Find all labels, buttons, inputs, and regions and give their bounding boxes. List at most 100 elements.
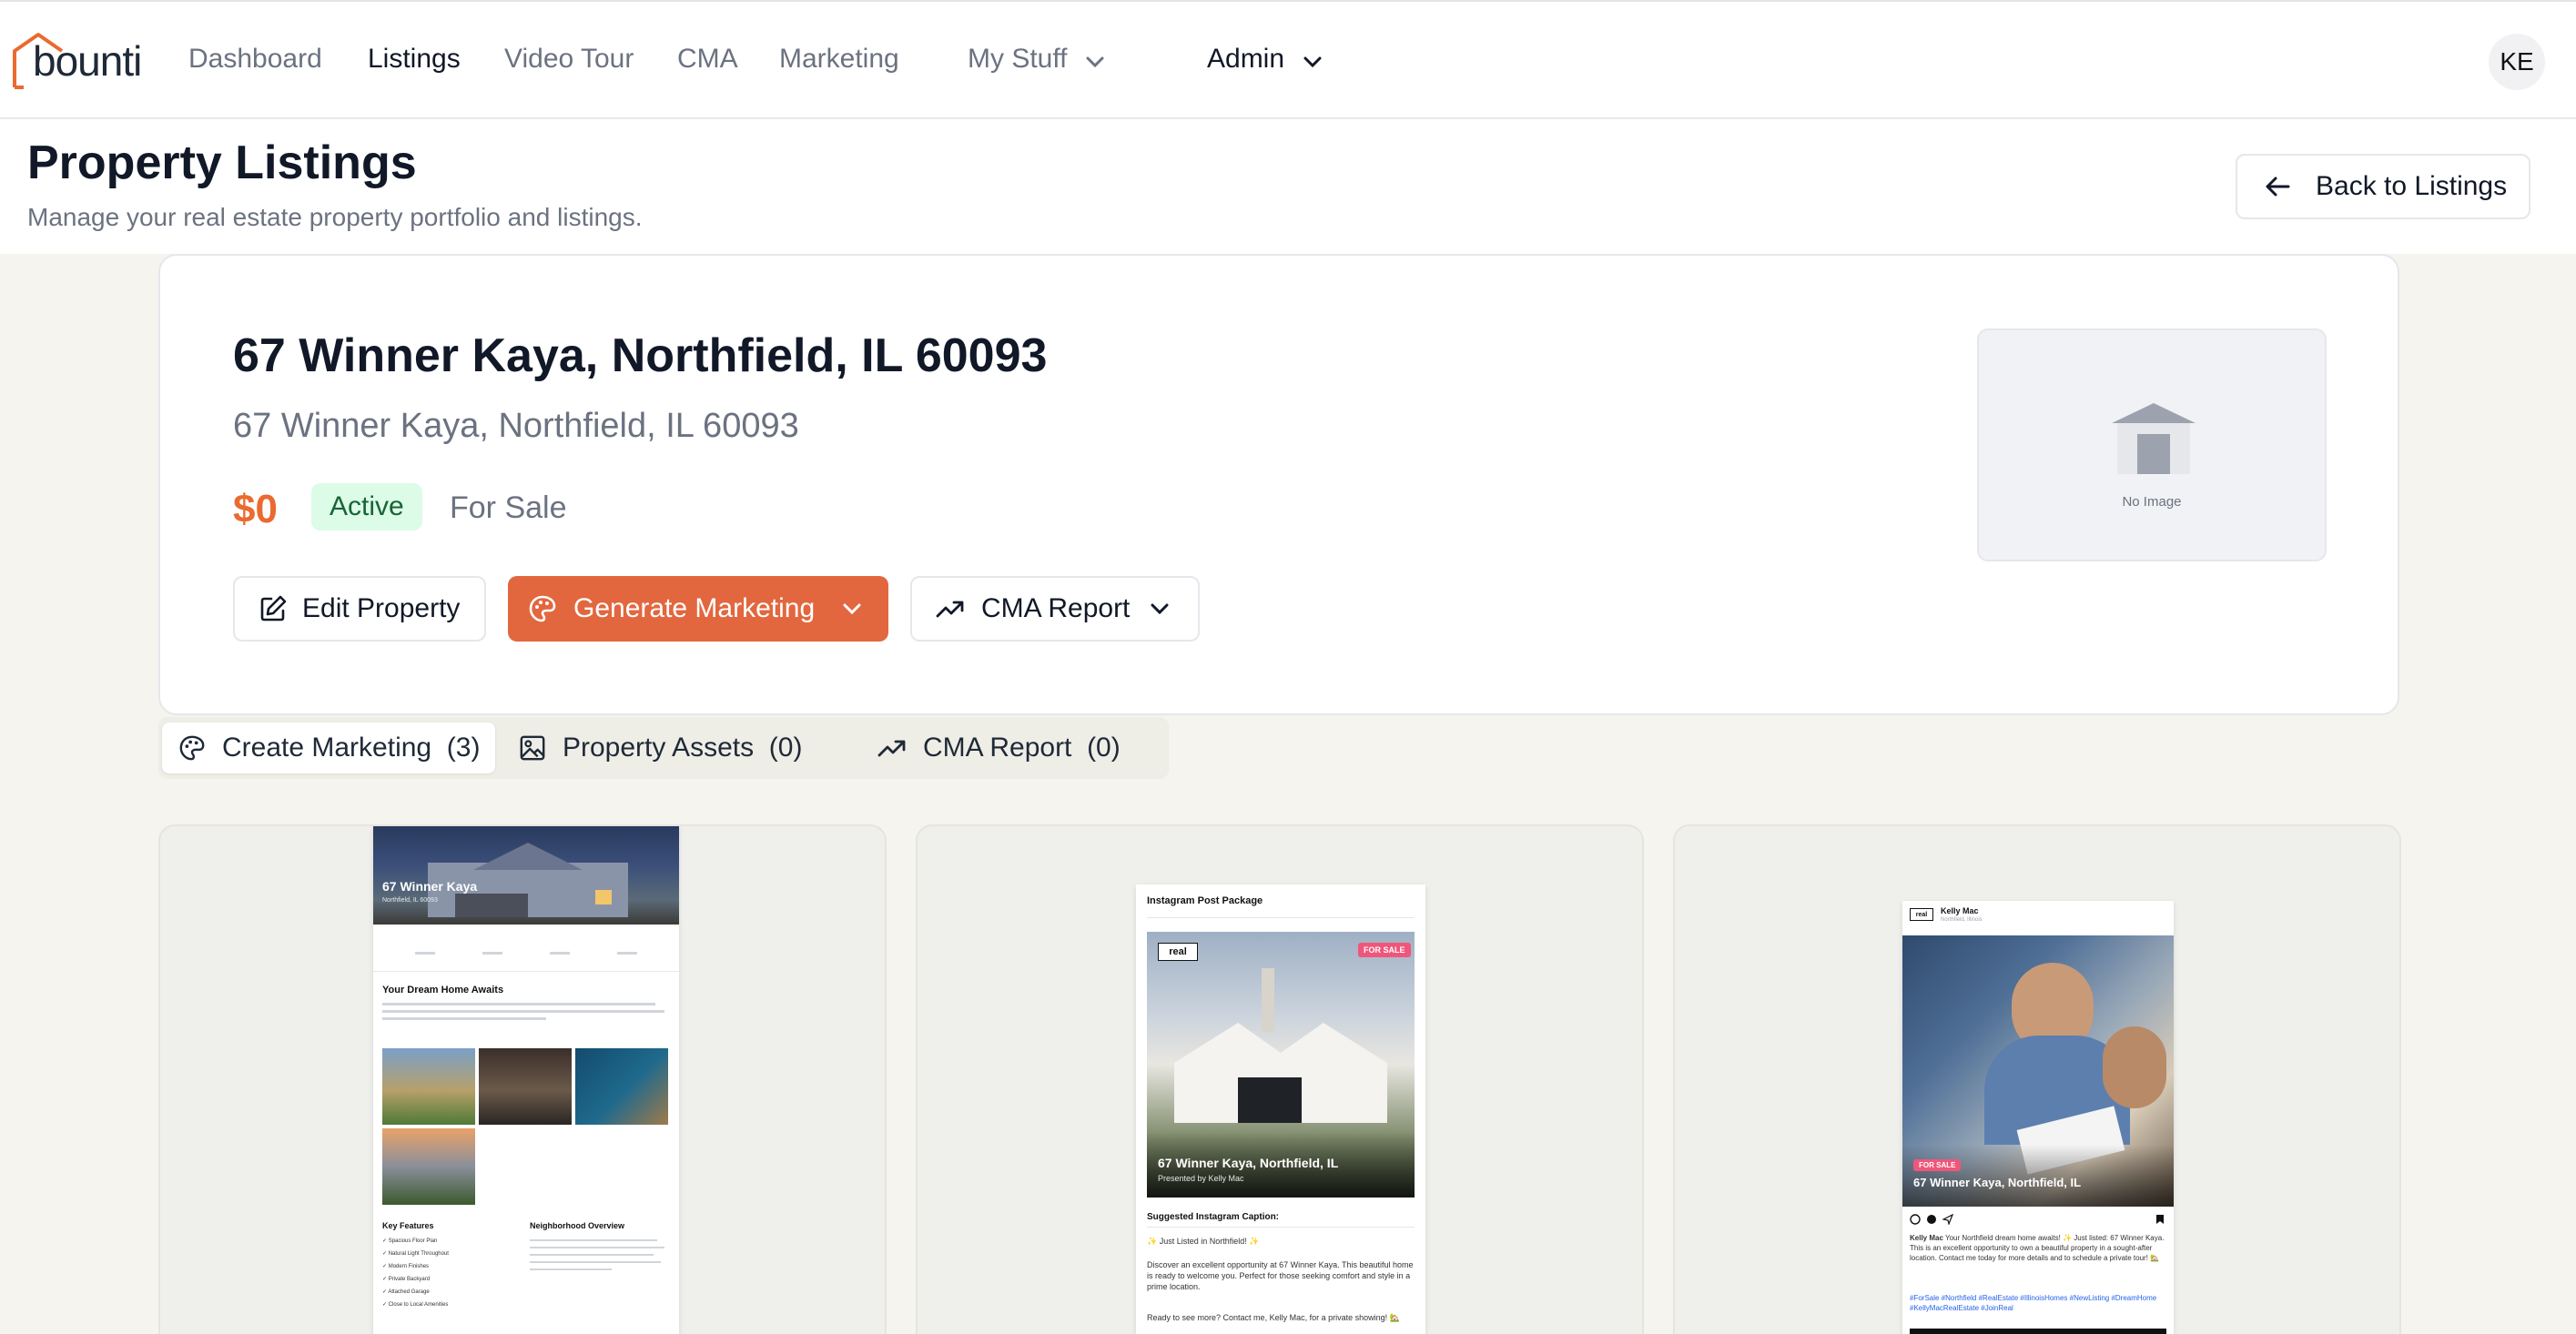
nav-my-stuff-label: My Stuff [968,44,1068,74]
flyer-features-title: Key Features [382,1221,434,1230]
house-placeholder-icon [2112,403,2196,474]
tab-create-marketing-count: (3) [446,733,481,763]
social-location: Northfield, Illinois [1941,917,1983,923]
tab-create-marketing-label: Create Marketing [222,733,432,763]
nav-video-tour[interactable]: Video Tour [504,44,634,75]
tab-cma-report[interactable]: CMA Report (0) [877,723,1151,773]
social-actions-row [1910,1214,2166,1227]
back-to-listings-button[interactable]: Back to Listings [2236,154,2530,219]
property-address: 67 Winner Kaya, Northfield, IL 60093 [233,407,799,445]
property-title: 67 Winner Kaya, Northfield, IL 60093 [233,329,1048,382]
caption-title: Suggested Instagram Caption: [1147,1212,1280,1222]
caption-line-1: ✨ Just Listed in Northfield! ✨ [1147,1237,1260,1246]
comment-icon[interactable] [1926,1214,1937,1225]
chevron-down-icon [1085,45,1105,76]
property-price: $0 [233,487,278,531]
nav-my-stuff-dropdown[interactable]: My Stuff [968,44,1105,76]
flyer-photo-exterior [382,1048,475,1125]
tab-create-marketing[interactable]: Create Marketing (3) [162,723,495,773]
social-post-body: Your Northfield dream home awaits! ✨ Jus… [1910,1234,2165,1262]
generate-marketing-label: Generate Marketing [573,593,816,623]
instagram-overlay-title: 67 Winner Kaya, Northfield, IL [1158,1156,1339,1170]
flyer-hero-image [373,826,679,925]
tab-property-assets-count: (0) [768,733,803,763]
marketing-card-flyer[interactable]: 67 Winner Kaya Northfield, IL 60093 Your… [158,824,887,1334]
instagram-package-preview: Instagram Post Package real FOR SALE 67 … [1136,884,1425,1334]
social-post-text: Kelly Mac Your Northfield dream home awa… [1910,1234,2166,1263]
cma-report-dropdown-button[interactable]: CMA Report [910,576,1200,642]
cma-report-label: CMA Report [981,593,1131,623]
tab-cma-report-count: (0) [1087,733,1121,763]
tab-property-assets-label: Property Assets [563,733,755,763]
bookmark-icon[interactable] [2155,1214,2165,1225]
page-title: Property Listings [27,136,417,189]
flyer-features-list: ✓ Spacious Floor Plan ✓ Natural Light Th… [382,1238,449,1309]
nav-cma[interactable]: CMA [677,44,738,75]
real-logo: real [1910,908,1933,921]
image-icon [520,735,545,761]
property-summary-card: 67 Winner Kaya, Northfield, IL 60093 67 … [158,254,2399,715]
trending-up-icon [936,601,964,618]
edit-property-button[interactable]: Edit Property [233,576,486,642]
chevron-down-icon [843,603,861,615]
palette-icon [529,595,556,622]
feature-item: Attached Garage [388,1289,430,1296]
user-avatar[interactable]: KE [2489,34,2545,90]
status-badge: Active [311,483,422,531]
tab-property-assets[interactable]: Property Assets (0) [519,723,828,773]
for-sale-badge: FOR SALE [1913,1159,1962,1171]
flyer-neighborhood-title: Neighborhood Overview [530,1221,625,1230]
nav-admin-label: Admin [1207,44,1285,74]
generate-marketing-button[interactable]: Generate Marketing [508,576,888,642]
tab-cma-report-label: CMA Report [923,733,1072,763]
flyer-neighborhood-lines [530,1239,666,1270]
page-subtitle: Manage your real estate property portfol… [27,203,643,231]
flyer-photo-kitchen [479,1048,572,1125]
flyer-preview: 67 Winner Kaya Northfield, IL 60093 Your… [373,826,679,1334]
bounti-logo[interactable]: bounti [11,31,142,91]
feature-item: Natural Light Throughout [388,1251,449,1258]
flyer-stats-row [373,935,679,972]
chevron-down-icon [1151,603,1169,615]
real-logo: real [1158,943,1198,961]
social-agent-name: Kelly Mac [1941,906,1979,915]
feature-item: Close to Local Amenities [388,1302,449,1309]
nav-marketing[interactable]: Marketing [779,44,899,75]
instagram-package-title: Instagram Post Package [1147,895,1263,906]
feature-item: Spacious Floor Plan [388,1238,438,1244]
nav-admin-dropdown[interactable]: Admin [1207,44,1323,76]
caption-body: Discover an excellent opportunity at 67 … [1147,1260,1414,1292]
social-overlay-title: 67 Winner Kaya, Northfield, IL [1913,1176,2082,1189]
edit-icon [260,595,287,622]
social-hashtags: #ForSale #Northfield #RealEstate #Illino… [1910,1294,2157,1312]
chevron-down-icon [1303,45,1323,76]
flyer-photo-dusk [382,1128,475,1205]
flyer-hero-title: 67 Winner Kaya [382,879,478,894]
back-to-listings-label: Back to Listings [2316,171,2508,201]
caption-cta: Ready to see more? Contact me, Kelly Mac… [1147,1313,1400,1322]
page-header: Property Listings Manage your real estat… [0,119,2576,254]
nav-listings[interactable]: Listings [368,44,461,75]
listing-type: For Sale [450,490,567,525]
nav-dashboard[interactable]: Dashboard [188,44,322,75]
heart-icon[interactable] [1910,1214,1921,1225]
feature-item: Private Backyard [388,1277,431,1283]
flyer-photo-living [575,1048,668,1125]
trending-up-icon [877,740,906,757]
share-icon[interactable] [1942,1214,1953,1225]
palette-icon [179,735,205,761]
feature-item: Modern Finishes [388,1264,430,1270]
arrow-left-icon [2266,177,2290,197]
flyer-hero-subtitle: Northfield, IL 60093 [382,897,438,904]
for-sale-badge: FOR SALE [1358,943,1411,957]
edit-property-label: Edit Property [302,593,461,623]
property-image-placeholder: No Image [1977,328,2327,561]
flyer-body-lines [382,1003,670,1020]
flyer-section-title: Your Dream Home Awaits [382,985,504,995]
social-post-author: Kelly Mac [1910,1234,1943,1242]
no-image-label: No Image [2122,494,2182,510]
marketing-card-social-post[interactable]: real Kelly Mac Northfield, Illinois FOR … [1673,824,2401,1334]
content-tabs: Create Marketing (3) Property Assets (0)… [158,717,1169,779]
marketing-card-instagram-package[interactable]: Instagram Post Package real FOR SALE 67 … [916,824,1644,1334]
social-footer-bar [1910,1329,2166,1334]
